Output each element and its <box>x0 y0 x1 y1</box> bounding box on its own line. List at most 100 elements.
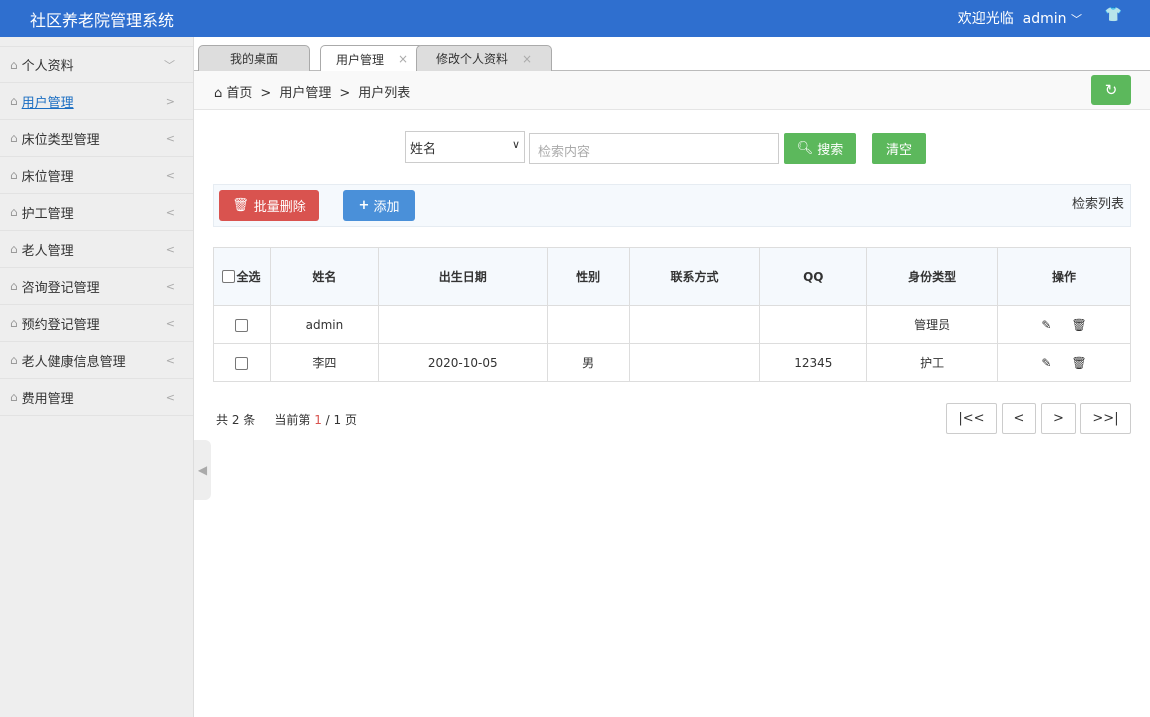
cell-birthdate <box>377 305 548 344</box>
header-birthdate: 出生日期 <box>377 247 548 306</box>
table-row: admin 管理员 ✎ 🗑︎ <box>213 305 1131 344</box>
close-icon[interactable]: × <box>522 52 532 66</box>
next-page-button[interactable]: > <box>1041 403 1076 434</box>
sidebar-item-consultations[interactable]: ⌂ 咨询登记管理 < <box>0 268 193 305</box>
header-name: 姓名 <box>269 247 379 306</box>
tab-user-management[interactable]: 用户管理 × <box>320 45 424 72</box>
cell-name: 李四 <box>269 343 379 382</box>
edit-icon[interactable]: ✎ <box>1041 318 1051 332</box>
chevron-icon: < <box>165 316 175 330</box>
sidebar-label: 老人健康信息管理 <box>21 354 126 370</box>
add-button[interactable]: + 添加 <box>343 190 415 221</box>
theme-shirt-icon[interactable]: 👕 <box>1105 7 1122 23</box>
search-placeholder: 检索内容 <box>538 145 591 160</box>
refresh-icon: ↻ <box>1104 81 1118 99</box>
current-page-prefix: 当前第 <box>274 413 311 427</box>
bag-icon: ⌂ <box>10 316 18 330</box>
chevron-down-icon: ∨ <box>511 138 520 151</box>
header-qq: QQ <box>759 247 868 306</box>
search-input[interactable]: 检索内容 <box>529 133 779 164</box>
refresh-button[interactable]: ↻ <box>1091 75 1131 105</box>
header-actions: 操作 <box>997 247 1131 306</box>
search-icon: 🔍︎ <box>796 141 814 156</box>
chevron-icon: < <box>165 353 175 367</box>
bag-icon: ⌂ <box>10 131 18 145</box>
trash-icon: 🗑︎ <box>232 198 249 213</box>
plus-icon: + <box>358 198 370 213</box>
batch-delete-button[interactable]: 🗑︎ 批量删除 <box>219 190 319 221</box>
sidebar-label: 咨询登记管理 <box>21 280 100 296</box>
table-row: 李四 2020-10-05 男 12345 护工 ✎ 🗑︎ <box>213 343 1131 382</box>
cell-qq: 12345 <box>759 343 868 382</box>
sidebar-collapse-handle[interactable]: ◀ <box>194 440 211 500</box>
row-checkbox[interactable] <box>235 318 249 332</box>
chevron-icon: > <box>165 94 175 108</box>
header-contact: 联系方式 <box>628 247 761 306</box>
chevron-icon: ﹀ <box>164 58 175 72</box>
sidebar-item-personal[interactable]: ⌂ 个人资料 ﹀ <box>0 46 193 83</box>
next-label: > <box>1053 411 1064 426</box>
cell-gender <box>546 305 630 344</box>
breadcrumb: ⌂ 首页 > 用户管理 > 用户列表 <box>214 86 411 101</box>
current-page: 1 <box>314 413 322 427</box>
edit-icon[interactable]: ✎ <box>1041 356 1051 370</box>
add-label: 添加 <box>373 200 400 215</box>
tab-label: 修改个人资料 <box>435 52 508 66</box>
user-table: 全选 姓名 出生日期 性别 联系方式 QQ 身份类型 操作 admin 管理员 … <box>213 247 1131 382</box>
sidebar-item-caregivers[interactable]: ⌂ 护工管理 < <box>0 194 193 231</box>
tab-label: 我的桌面 <box>229 52 278 66</box>
close-icon[interactable]: × <box>398 52 408 66</box>
home-icon: ⌂ <box>214 86 223 101</box>
first-page-button[interactable]: |<< <box>946 403 997 434</box>
sidebar-item-users[interactable]: ⌂ 用户管理 > <box>0 83 193 120</box>
sidebar-item-beds[interactable]: ⌂ 床位管理 < <box>0 157 193 194</box>
sidebar-item-health[interactable]: ⌂ 老人健康信息管理 < <box>0 342 193 379</box>
delete-icon[interactable]: 🗑︎ <box>1071 356 1086 370</box>
row-checkbox[interactable] <box>235 356 249 370</box>
sidebar-item-elders[interactable]: ⌂ 老人管理 < <box>0 231 193 268</box>
breadcrumb-user-management[interactable]: 用户管理 <box>279 86 331 101</box>
sidebar-label: 预约登记管理 <box>21 317 100 333</box>
sidebar-label: 费用管理 <box>21 391 74 407</box>
sidebar-item-bed-types[interactable]: ⌂ 床位类型管理 < <box>0 120 193 157</box>
tab-label: 用户管理 <box>335 52 384 67</box>
tab-edit-profile[interactable]: 修改个人资料 × <box>416 45 552 71</box>
table-header: 全选 姓名 出生日期 性别 联系方式 QQ 身份类型 操作 <box>213 247 1131 306</box>
select-all-header[interactable]: 全选 <box>213 247 271 306</box>
search-field-select[interactable]: 姓名 ∨ <box>405 131 525 163</box>
chevron-icon: < <box>165 279 175 293</box>
breadcrumb-current: 用户列表 <box>358 86 411 101</box>
cell-contact <box>628 305 761 344</box>
search-button[interactable]: 🔍︎ 搜索 <box>784 133 856 164</box>
prev-page-button[interactable]: < <box>1002 403 1036 434</box>
cell-role: 护工 <box>866 343 999 382</box>
cell-birthdate: 2020-10-05 <box>377 343 548 382</box>
sidebar-label: 护工管理 <box>21 206 74 222</box>
bag-icon: ⌂ <box>10 205 18 219</box>
first-label: |<< <box>958 411 985 426</box>
cell-qq <box>759 305 868 344</box>
batch-delete-label: 批量删除 <box>253 200 306 215</box>
last-label: >>| <box>1092 411 1119 426</box>
bag-icon: ⌂ <box>10 353 18 367</box>
search-label: 搜索 <box>817 143 844 158</box>
breadcrumb-home[interactable]: 首页 <box>226 86 252 101</box>
cell-name: admin <box>269 305 379 344</box>
tab-desktop[interactable]: 我的桌面 <box>198 45 310 71</box>
toolbar: 🗑︎ 批量删除 + 添加 检索列表 <box>213 184 1131 227</box>
chevron-down-icon: ﹀ <box>1071 13 1082 26</box>
last-page-button[interactable]: >>| <box>1080 403 1131 434</box>
search-list-label: 检索列表 <box>1071 197 1124 212</box>
header-role: 身份类型 <box>866 247 999 306</box>
select-all-checkbox[interactable] <box>222 270 236 283</box>
user-menu[interactable]: 欢迎光临 admin ﹀ <box>958 8 1082 28</box>
bag-icon: ⌂ <box>10 390 18 404</box>
sidebar-item-appointments[interactable]: ⌂ 预约登记管理 < <box>0 305 193 342</box>
clear-button[interactable]: 清空 <box>872 133 926 164</box>
bag-icon: ⌂ <box>10 94 18 108</box>
chevron-icon: < <box>165 242 175 256</box>
delete-icon[interactable]: 🗑︎ <box>1071 318 1086 332</box>
sidebar-item-fees[interactable]: ⌂ 费用管理 < <box>0 379 193 416</box>
top-header: 社区养老院管理系统 欢迎光临 admin ﹀ 👕 <box>0 0 1150 37</box>
username: admin <box>1022 11 1067 27</box>
